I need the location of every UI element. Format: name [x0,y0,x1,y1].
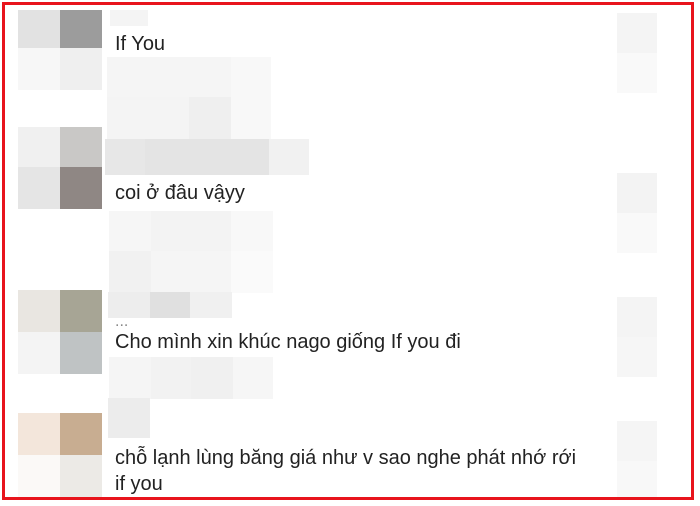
like-count-blurred [617,337,657,377]
avatar-blurred[interactable] [18,413,102,497]
avatar-blurred[interactable] [18,10,102,90]
like-button-blurred[interactable] [617,173,657,213]
comment-thread-frame: If You coi ở đâu vậyy ... Cho mình xin k… [2,2,694,500]
comment-text: If You [115,33,166,55]
like-count-blurred [617,213,657,253]
username-blurred[interactable] [108,398,150,438]
username-blurred[interactable] [110,10,148,26]
like-button-blurred[interactable] [617,421,657,461]
comment-actions-blurred [107,57,271,141]
username-blurred[interactable] [105,139,309,175]
avatar-blurred[interactable] [18,127,102,209]
comment-actions-blurred [109,357,273,399]
like-count-blurred [617,461,657,497]
comment-text: coi ở đâu vậyy [115,182,245,204]
like-count-blurred [617,53,657,93]
comment-text: chỗ lạnh lùng băng giá như v sao nghe ph… [115,447,577,495]
avatar-blurred[interactable] [18,290,102,374]
comment-actions-blurred [109,211,273,293]
like-button-blurred[interactable] [617,297,657,337]
comment-text: Cho mình xin khúc nago giống If you đi [115,331,461,353]
like-button-blurred[interactable] [617,13,657,53]
